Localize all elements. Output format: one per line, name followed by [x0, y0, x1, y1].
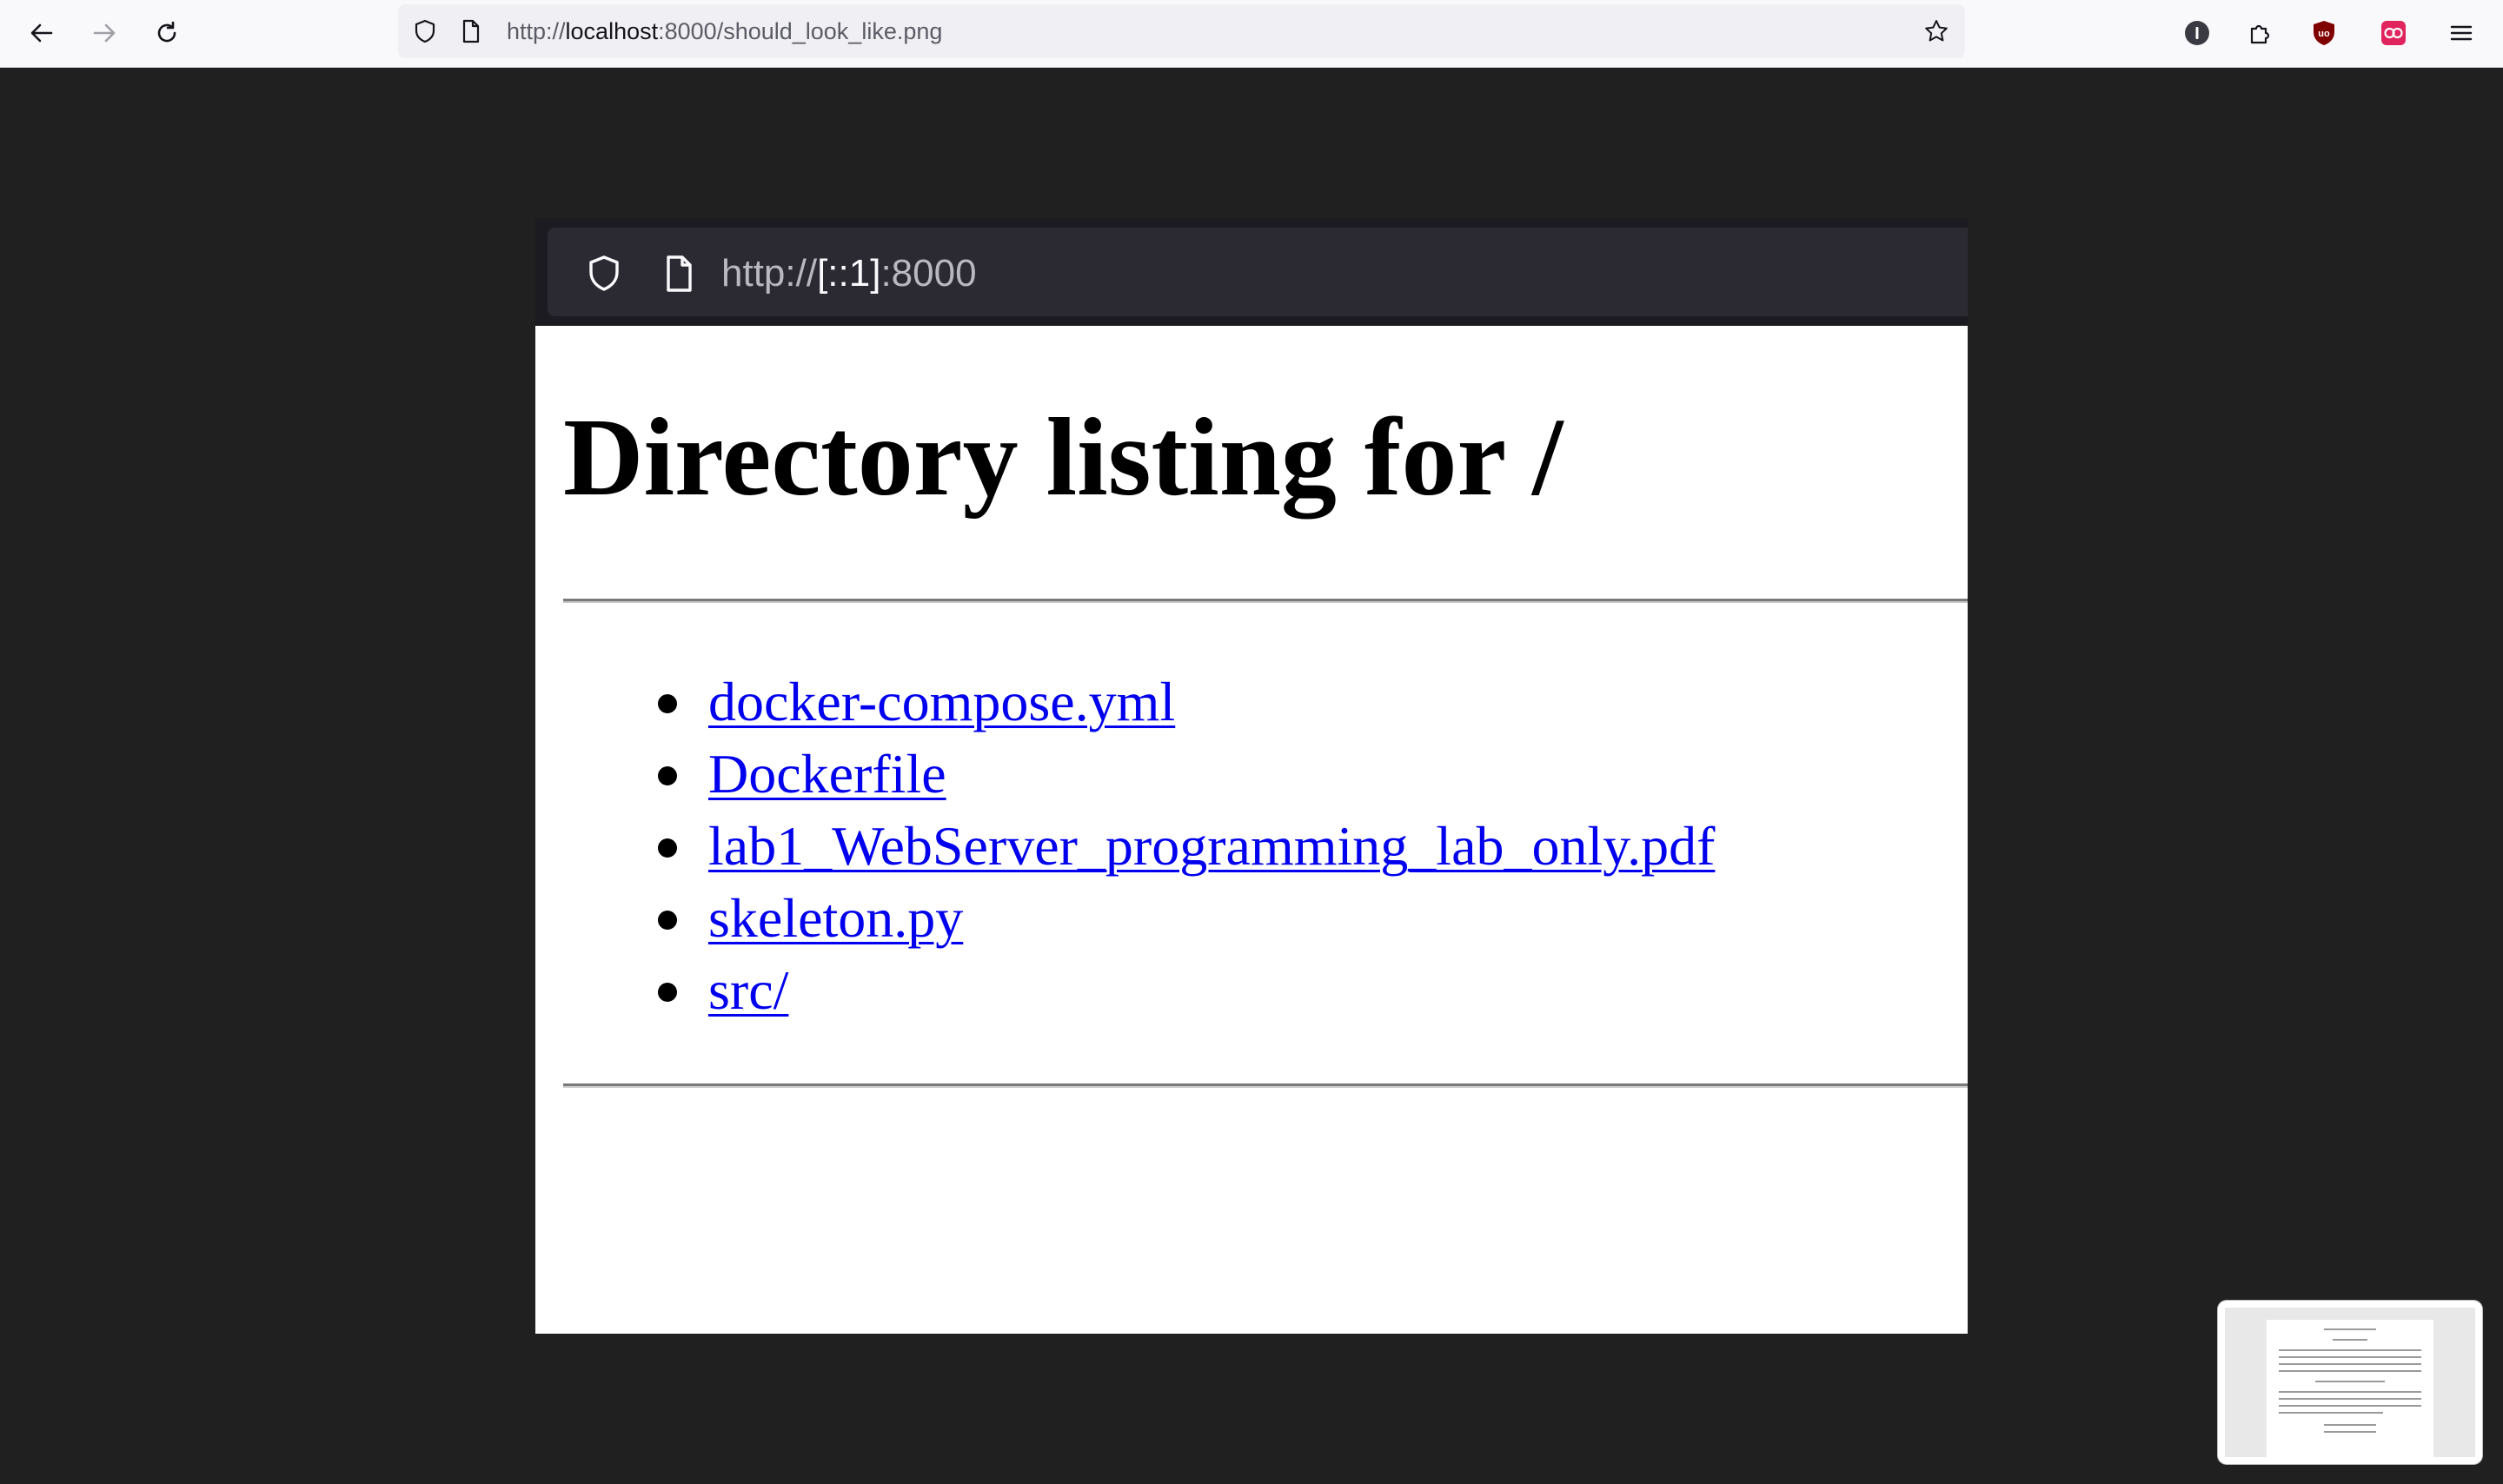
- page-info-icon[interactable]: [455, 17, 485, 46]
- reload-button[interactable]: [149, 16, 184, 50]
- list-item: docker-compose.yml: [535, 666, 1715, 738]
- thumbnail-line: [2324, 1328, 2376, 1330]
- url-prefix: http://: [507, 18, 566, 44]
- bullet: [658, 983, 677, 1002]
- file-link[interactable]: Dockerfile: [708, 743, 946, 805]
- extensions-button[interactable]: [2242, 16, 2277, 50]
- inner-shield-icon: [584, 254, 624, 294]
- inner-toolbar: http://[::1]:8000: [535, 218, 1968, 326]
- menu-button[interactable]: [2444, 16, 2479, 50]
- file-list: docker-compose.yml Dockerfile lab1_WebSe…: [535, 666, 1715, 1026]
- bullet: [658, 766, 677, 785]
- list-item: src/: [535, 954, 1715, 1026]
- thumbnail-line: [2279, 1412, 2383, 1414]
- thumbnail-line: [2279, 1405, 2421, 1407]
- thumbnail-line: [2279, 1363, 2421, 1365]
- bookmark-star-icon[interactable]: [1922, 17, 1951, 46]
- inner-url-host: [::1]: [817, 252, 881, 295]
- inner-url-rest: :8000: [880, 252, 977, 295]
- list-item: Dockerfile: [535, 738, 1715, 810]
- file-link[interactable]: docker-compose.yml: [708, 671, 1175, 732]
- puzzle-icon: [2250, 24, 2270, 44]
- list-item: lab1_WebServer_programming_lab_only.pdf: [535, 810, 1715, 882]
- password-manager-icon: [2185, 21, 2209, 45]
- thumbnail-frame: [2225, 1308, 2475, 1457]
- thumbnail-document: [2267, 1320, 2433, 1457]
- ublock-button[interactable]: uo: [2307, 16, 2341, 50]
- folder-link[interactable]: src/: [708, 959, 788, 1021]
- ublock-shield-icon: uo: [2314, 21, 2334, 45]
- thumbnail-line: [2324, 1431, 2376, 1433]
- inner-url-prefix: http://: [721, 252, 818, 295]
- top-divider: [563, 599, 1968, 603]
- thumbnail-line: [2315, 1381, 2385, 1382]
- bottom-divider: [563, 1083, 1968, 1088]
- back-button[interactable]: [24, 16, 59, 50]
- pip-thumbnail[interactable]: [2218, 1301, 2482, 1464]
- address-bar[interactable]: http://localhost:8000/should_look_like.p…: [398, 4, 1965, 58]
- addon-button[interactable]: [2376, 16, 2411, 50]
- inner-address-bar: http://[::1]:8000: [548, 228, 1968, 316]
- url-rest: :8000/should_look_like.png: [658, 18, 943, 44]
- thumbnail-line: [2279, 1349, 2421, 1351]
- inner-url-text: http://[::1]:8000: [721, 252, 977, 295]
- thumbnail-line: [2279, 1370, 2421, 1372]
- thumbnail-line: [2324, 1424, 2376, 1426]
- bullet: [658, 838, 677, 858]
- svg-text:uo: uo: [2318, 29, 2330, 39]
- browser-toolbar: http://localhost:8000/should_look_like.p…: [0, 0, 2503, 68]
- inner-page-icon: [659, 254, 699, 294]
- tracking-protection-icon[interactable]: [410, 17, 440, 46]
- addon-icon: [2381, 21, 2406, 45]
- list-item: skeleton.py: [535, 882, 1715, 954]
- url-text[interactable]: http://localhost:8000/should_look_like.p…: [507, 17, 942, 46]
- thumbnail-line: [2279, 1391, 2421, 1393]
- file-link[interactable]: lab1_WebServer_programming_lab_only.pdf: [708, 815, 1715, 877]
- thumbnail-line: [2333, 1339, 2367, 1341]
- url-host: localhost: [565, 18, 659, 44]
- thumbnail-line: [2279, 1356, 2421, 1358]
- forward-button[interactable]: [87, 16, 122, 50]
- image-content: http://[::1]:8000 Directory listing for …: [535, 218, 1968, 1334]
- file-link[interactable]: skeleton.py: [708, 887, 963, 949]
- thumbnail-line: [2279, 1398, 2421, 1400]
- arrow-right-icon: [93, 23, 116, 43]
- password-manager-button[interactable]: [2180, 16, 2214, 50]
- listing-heading: Directory listing for /: [563, 395, 1564, 519]
- reload-icon: [157, 21, 176, 43]
- bullet: [658, 694, 677, 713]
- hamburger-menu-icon: [2450, 25, 2473, 41]
- arrow-left-icon: [30, 23, 53, 43]
- bullet: [658, 911, 677, 930]
